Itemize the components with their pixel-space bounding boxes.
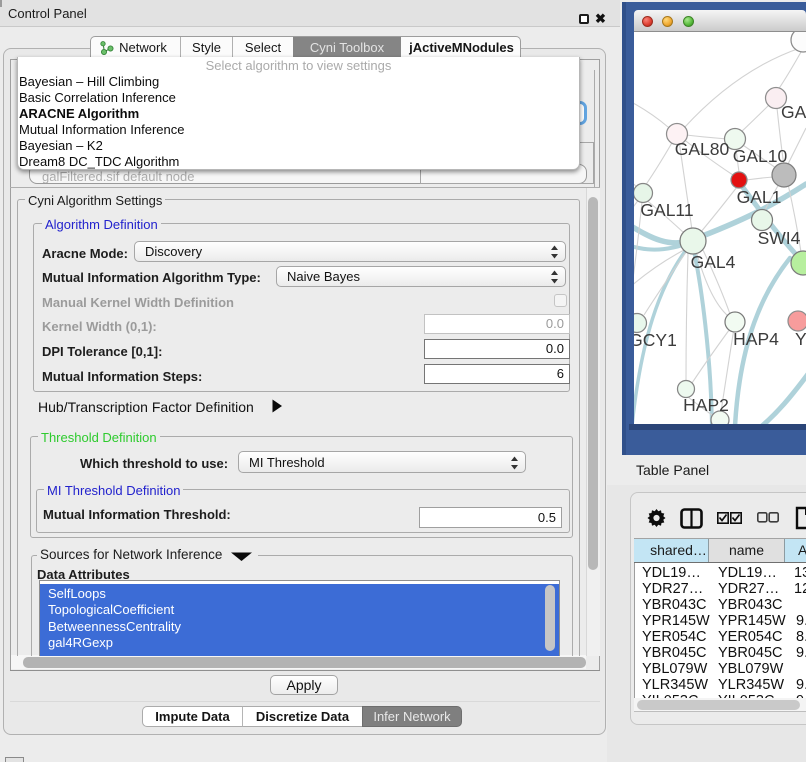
svg-text:GAL80: GAL80 bbox=[675, 139, 730, 159]
svg-text:GAL4: GAL4 bbox=[691, 252, 736, 272]
svg-text:HAP2: HAP2 bbox=[683, 395, 729, 415]
svg-text:GAL11: GAL11 bbox=[640, 200, 693, 220]
svg-text:SWI4: SWI4 bbox=[758, 228, 801, 248]
svg-text:GCY1: GCY1 bbox=[634, 330, 677, 350]
svg-text:GAL10: GAL10 bbox=[733, 146, 788, 166]
svg-text:GAL1: GAL1 bbox=[737, 187, 782, 207]
svg-text:YM: YM bbox=[795, 329, 806, 349]
svg-text:HAP4: HAP4 bbox=[733, 329, 779, 349]
svg-text:GAL7: GAL7 bbox=[781, 102, 806, 122]
